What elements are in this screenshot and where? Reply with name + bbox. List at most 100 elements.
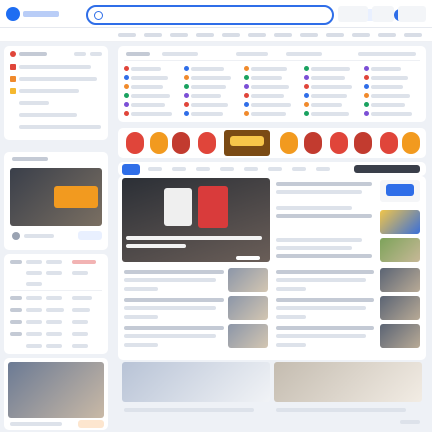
directory-link[interactable]: [46, 271, 62, 275]
sticker-icon[interactable]: [280, 132, 298, 154]
photo-card-image[interactable]: [122, 362, 270, 402]
directory-link[interactable]: [46, 320, 62, 324]
site-link[interactable]: [131, 75, 168, 80]
news-title[interactable]: [276, 326, 374, 330]
news-title[interactable]: [124, 334, 216, 338]
directory-link[interactable]: [72, 320, 88, 324]
site-link[interactable]: [191, 66, 224, 71]
site-link[interactable]: [191, 75, 231, 80]
site-link[interactable]: [131, 102, 165, 107]
sticker-icon[interactable]: [402, 132, 420, 154]
site-link[interactable]: [251, 111, 286, 116]
shortcut-tab[interactable]: [236, 52, 268, 56]
news-title[interactable]: [276, 306, 366, 310]
site-link[interactable]: [311, 93, 347, 98]
site-link[interactable]: [311, 66, 350, 71]
headline-image[interactable]: [122, 178, 270, 262]
directory-link[interactable]: [46, 332, 62, 336]
news-thumbnail[interactable]: [228, 296, 268, 320]
news-thumbnail[interactable]: [380, 238, 420, 262]
news-title[interactable]: [124, 270, 224, 274]
directory-link[interactable]: [72, 332, 88, 336]
feed-tab[interactable]: [172, 167, 186, 171]
site-link[interactable]: [131, 66, 161, 71]
carousel-dots[interactable]: [236, 256, 260, 260]
news-thumbnail[interactable]: [228, 268, 268, 292]
directory-link[interactable]: [26, 332, 42, 336]
news-title[interactable]: [276, 246, 352, 250]
sticker-icon[interactable]: [304, 132, 322, 154]
shortcut-tab[interactable]: [286, 52, 322, 56]
game-ad-card[interactable]: [4, 358, 108, 430]
nav-item[interactable]: [404, 33, 422, 37]
photo-card-title[interactable]: [276, 408, 406, 412]
nav-item[interactable]: [326, 33, 344, 37]
sticker-icon[interactable]: [126, 132, 144, 154]
site-link[interactable]: [191, 102, 228, 107]
nav-item[interactable]: [352, 33, 370, 37]
news-title[interactable]: [276, 270, 374, 274]
photo-card-image[interactable]: [274, 362, 422, 402]
nav-item[interactable]: [170, 33, 188, 37]
nav-item[interactable]: [274, 33, 292, 37]
sticker-icon[interactable]: [330, 132, 348, 154]
directory-link[interactable]: [26, 320, 42, 324]
news-title[interactable]: [276, 206, 352, 210]
directory-link[interactable]: [46, 344, 62, 348]
site-link[interactable]: [311, 75, 345, 80]
nav-item[interactable]: [222, 33, 240, 37]
nav-item[interactable]: [248, 33, 266, 37]
feed-tab[interactable]: [220, 167, 234, 171]
directory-link[interactable]: [26, 260, 42, 264]
site-link[interactable]: [131, 84, 163, 89]
news-thumbnail[interactable]: [228, 324, 268, 348]
directory-link[interactable]: [26, 344, 42, 348]
directory-link[interactable]: [72, 271, 88, 275]
site-link[interactable]: [311, 102, 342, 107]
panel-tab[interactable]: [90, 52, 102, 56]
user-menu[interactable]: [398, 6, 426, 22]
site-link[interactable]: [311, 111, 349, 116]
feed-tab[interactable]: [196, 167, 210, 171]
site-link[interactable]: [251, 75, 282, 80]
directory-link[interactable]: [26, 296, 42, 300]
more-link[interactable]: [400, 420, 420, 424]
sticker-icon[interactable]: [380, 132, 398, 154]
directory-link[interactable]: [26, 308, 42, 312]
shortcut-tab[interactable]: [358, 52, 416, 56]
panel-tab[interactable]: [74, 52, 86, 56]
game-ad-image[interactable]: [8, 362, 104, 418]
ad-button[interactable]: [78, 420, 104, 428]
site-link[interactable]: [371, 75, 408, 80]
search-input[interactable]: [106, 11, 266, 20]
sticker-icon[interactable]: [198, 132, 216, 154]
news-title[interactable]: [124, 278, 216, 282]
news-title[interactable]: [276, 254, 372, 258]
feed-tab[interactable]: [244, 167, 258, 171]
directory-link[interactable]: [46, 260, 62, 264]
directory-link[interactable]: [72, 344, 88, 348]
site-link[interactable]: [251, 102, 291, 107]
news-title[interactable]: [276, 298, 374, 302]
news-title[interactable]: [124, 326, 224, 330]
shortcut-tab[interactable]: [126, 52, 150, 56]
news-title[interactable]: [276, 238, 362, 242]
calendar-widget[interactable]: [372, 6, 394, 22]
news-thumbnail[interactable]: [380, 268, 420, 292]
directory-link[interactable]: [72, 308, 90, 312]
news-title[interactable]: [276, 182, 372, 186]
list-item[interactable]: [19, 65, 91, 69]
list-item[interactable]: [19, 89, 79, 93]
feed-tab[interactable]: [316, 167, 330, 171]
nav-item[interactable]: [144, 33, 162, 37]
feed-tab-active[interactable]: [122, 164, 140, 175]
site-link[interactable]: [371, 93, 410, 98]
feed-tab[interactable]: [292, 167, 306, 171]
sticker-icon[interactable]: [172, 132, 190, 154]
feed-tab[interactable]: [268, 167, 282, 171]
site-link[interactable]: [191, 111, 223, 116]
directory-link[interactable]: [26, 282, 42, 286]
sticker-icon[interactable]: [354, 132, 372, 154]
list-item[interactable]: [19, 77, 97, 81]
news-title[interactable]: [124, 298, 224, 302]
